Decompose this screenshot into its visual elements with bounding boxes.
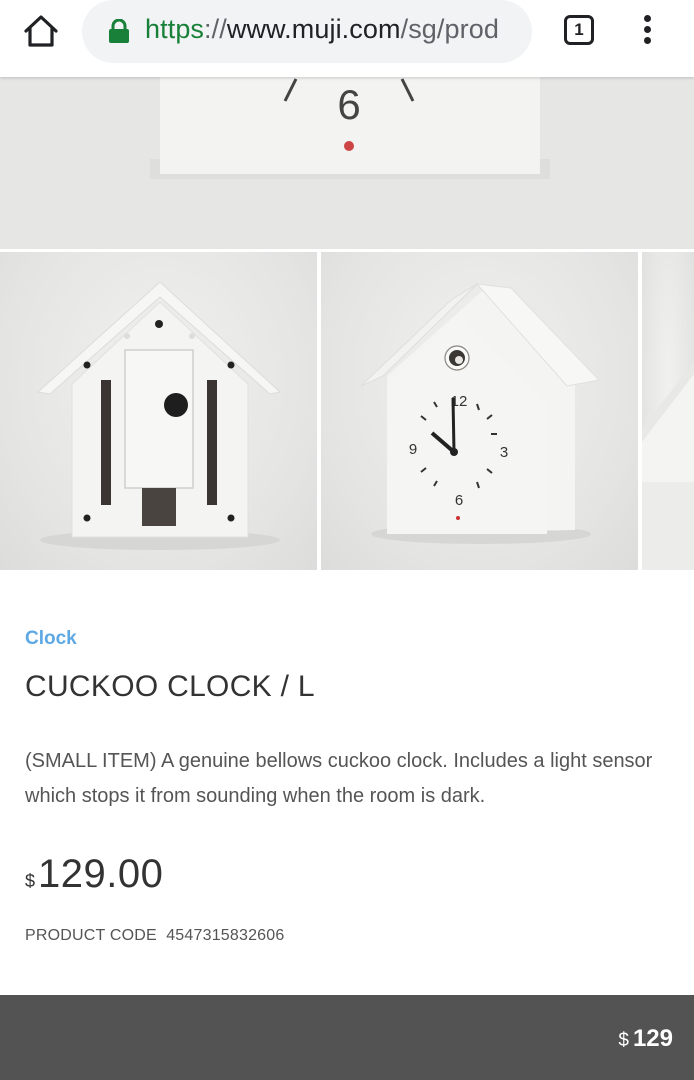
overflow-menu-icon[interactable] (640, 15, 654, 47)
thumbnail-side-view[interactable] (642, 252, 694, 570)
thumbnail-back-view[interactable] (0, 252, 317, 570)
address-bar[interactable]: https://www.muji.com/sg/prod (82, 0, 532, 63)
thumbnail-front-view[interactable]: 12 3 6 9 (321, 252, 638, 570)
product-price: $129.00 (25, 852, 163, 897)
lock-icon (108, 18, 130, 43)
url-host: www.muji.com (226, 14, 401, 44)
url-path: /sg/prod (400, 14, 499, 44)
clock-numeral-6: 6 (455, 492, 463, 509)
url-separator: :// (204, 14, 227, 44)
home-icon[interactable] (22, 14, 60, 48)
price-currency: $ (25, 871, 36, 891)
hero-clock-numeral: 6 (337, 81, 360, 128)
category-link[interactable]: Clock (25, 628, 77, 650)
sticky-price-amount: 129 (632, 1025, 673, 1052)
product-description: (SMALL ITEM) A genuine bellows cuckoo cl… (25, 750, 653, 807)
product-code: PRODUCT CODE 4547315832606 (25, 927, 284, 945)
url-scheme: https (145, 14, 205, 44)
clock-numeral-9: 9 (409, 441, 417, 458)
sticky-price-currency: $ (618, 1030, 629, 1051)
product-thumbnails: 12 3 6 9 (0, 252, 694, 570)
sticky-price: $129 (618, 1025, 673, 1053)
tab-switcher-button[interactable]: 1 (564, 15, 594, 45)
browser-toolbar: https://www.muji.com/sg/prod 1 (0, 0, 694, 77)
product-code-value: 4547315832606 (166, 927, 285, 944)
url-text: https://www.muji.com/sg/prod (145, 14, 499, 45)
product-hero-image[interactable]: 6 (0, 77, 694, 249)
product-title: CUCKOO CLOCK / L (25, 670, 315, 703)
clock-numeral-3: 3 (500, 444, 508, 461)
price-amount: 129.00 (38, 852, 164, 896)
sticky-price-bar[interactable]: $129 (0, 995, 694, 1080)
product-code-label: PRODUCT CODE (25, 927, 157, 944)
